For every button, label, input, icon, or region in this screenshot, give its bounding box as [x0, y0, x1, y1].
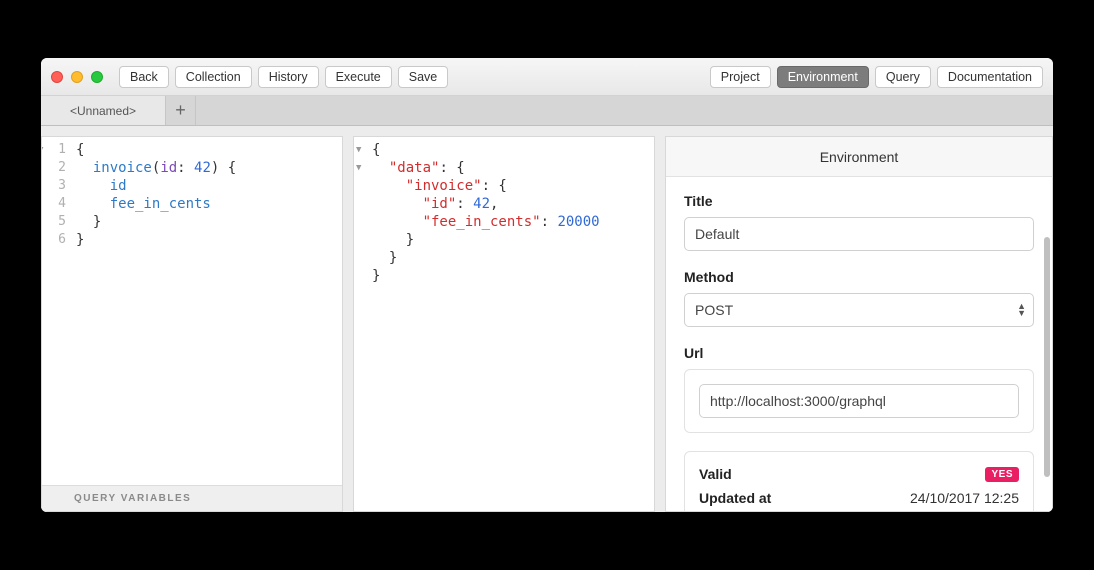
query-editor[interactable]: ▼ 1 2 3 4 5 6 { invoice(id: 42) { id fee_…	[42, 137, 342, 485]
line-number: 4	[58, 196, 66, 211]
history-button[interactable]: History	[258, 66, 319, 88]
environment-body: Title Method POST ▲▼ Url	[666, 177, 1052, 511]
url-label: Url	[684, 345, 1034, 361]
method-select[interactable]: POST	[684, 293, 1034, 327]
response-gutter: ▼ ▼	[354, 137, 368, 511]
fold-arrow-icon[interactable]: ▼	[356, 159, 361, 177]
line-gutter: ▼ 1 2 3 4 5 6	[42, 137, 72, 485]
add-tab-button[interactable]: +	[166, 96, 196, 125]
window-controls	[51, 71, 103, 83]
line-number: 1	[58, 142, 66, 157]
back-button[interactable]: Back	[119, 66, 169, 88]
method-label: Method	[684, 269, 1034, 285]
environment-button[interactable]: Environment	[777, 66, 869, 88]
save-button[interactable]: Save	[398, 66, 449, 88]
title-input[interactable]	[684, 217, 1034, 251]
valid-badge: YES	[985, 467, 1019, 482]
app-window: Back Collection History Execute Save Pro…	[41, 58, 1053, 512]
documentation-button[interactable]: Documentation	[937, 66, 1043, 88]
minimize-icon[interactable]	[71, 71, 83, 83]
response-viewer[interactable]: ▼ ▼ { "data": { "invoice": { "id": 42, "…	[354, 137, 654, 511]
valid-label: Valid	[699, 466, 732, 482]
close-icon[interactable]	[51, 71, 63, 83]
tab-unnamed[interactable]: <Unnamed>	[41, 96, 166, 125]
execute-button[interactable]: Execute	[325, 66, 392, 88]
updated-at-label: Updated at	[699, 490, 771, 506]
project-button[interactable]: Project	[710, 66, 771, 88]
updated-at-value: 24/10/2017 12:25	[910, 490, 1019, 506]
collection-button[interactable]: Collection	[175, 66, 252, 88]
environment-header: Environment	[666, 137, 1052, 177]
query-variables-bar[interactable]: QUERY VARIABLES	[42, 485, 342, 511]
tabbar: <Unnamed> +	[41, 96, 1053, 126]
fold-arrow-icon[interactable]: ▼	[41, 141, 43, 159]
response-panel: ▼ ▼ { "data": { "invoice": { "id": 42, "…	[353, 136, 655, 512]
line-number: 2	[58, 160, 66, 175]
maximize-icon[interactable]	[91, 71, 103, 83]
query-button[interactable]: Query	[875, 66, 931, 88]
status-card: Valid YES Updated at 24/10/2017 12:25	[684, 451, 1034, 511]
environment-panel: Environment Title Method POST ▲▼	[665, 136, 1053, 512]
url-input[interactable]	[699, 384, 1019, 418]
response-code: { "data": { "invoice": { "id": 42, "fee_…	[368, 137, 654, 511]
fold-arrow-icon[interactable]: ▼	[356, 141, 361, 159]
line-number: 3	[58, 178, 66, 193]
titlebar: Back Collection History Execute Save Pro…	[41, 58, 1053, 96]
title-label: Title	[684, 193, 1034, 209]
query-panel: ▼ 1 2 3 4 5 6 { invoice(id: 42) { id fee_…	[41, 136, 343, 512]
line-number: 6	[58, 232, 66, 247]
url-card	[684, 369, 1034, 433]
query-code[interactable]: { invoice(id: 42) { id fee_in_cents } }	[72, 137, 342, 485]
line-number: 5	[58, 214, 66, 229]
main-content: ▼ 1 2 3 4 5 6 { invoice(id: 42) { id fee_…	[41, 126, 1053, 512]
